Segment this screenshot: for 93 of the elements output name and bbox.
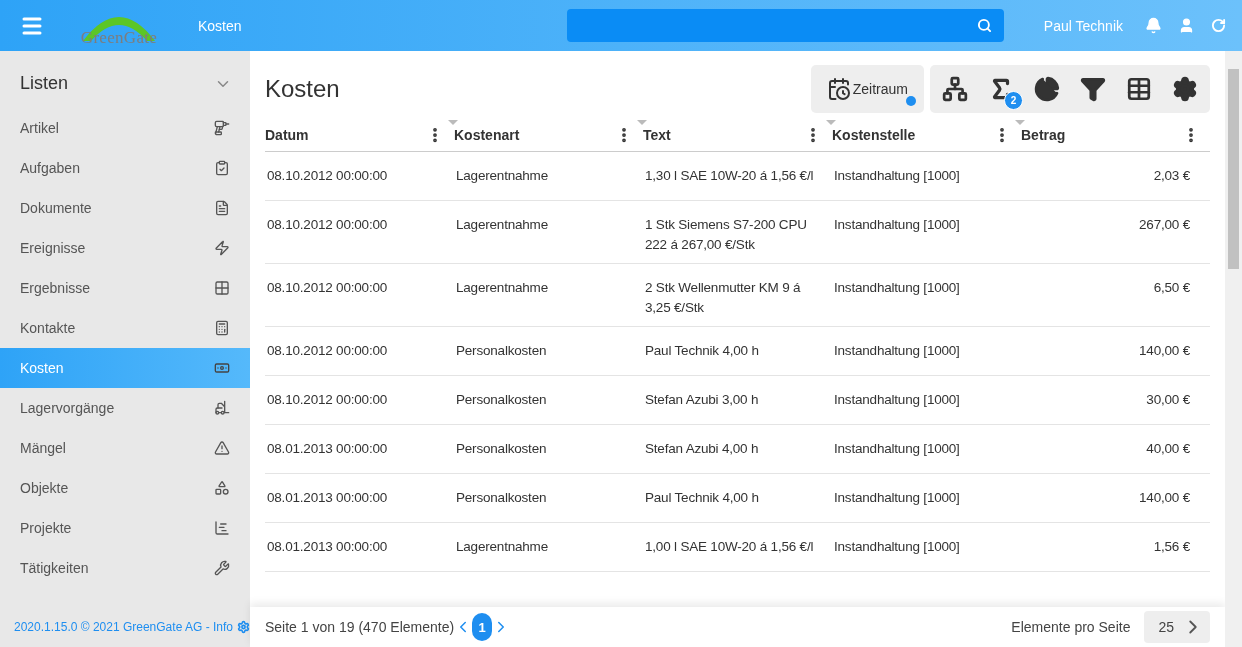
column-header[interactable]: Kostenart [454,127,520,143]
table-cell-text: Instandhaltung [1000] [833,167,961,185]
table-cell-text: 1 Stk Siemens S7-200 CPU 222 á 267,00 €/Stk [644,216,808,254]
sidebar-item[interactable]: Ergebnisse [0,268,250,308]
list-icon [214,280,230,296]
search-field[interactable] [566,9,1004,42]
table-cell-text: 08.10.2012 00:00:00 [266,279,389,297]
table-cell-text: Instandhaltung [1000] [833,391,961,409]
table-cell-text: 08.10.2012 00:00:00 [266,391,389,409]
table-cell-text: Instandhaltung [1000] [833,489,961,507]
table-cell-text: Lagerentnahme [455,216,549,234]
table-cell-text: 2,03 € [1152,167,1191,185]
table-cell-text: 6,50 € [1152,279,1191,297]
sidebar-item[interactable]: Artikel [0,108,250,148]
list-icon [214,120,230,136]
resize-handle-icon[interactable] [1015,120,1025,125]
table-cell-text: Instandhaltung [1000] [833,538,961,556]
column-header[interactable]: Kostenstelle [832,127,916,143]
sidebar-item[interactable]: Aufgaben [0,148,250,188]
table-cell-text: Instandhaltung [1000] [833,216,961,234]
user-icon[interactable] [1178,17,1195,34]
table-cell-text: Lagerentnahme [455,279,549,297]
sidebar-item[interactable]: Mängel [0,428,250,468]
table-cell-text: Instandhaltung [1000] [833,342,961,360]
settings-icon[interactable] [1172,76,1198,102]
pie-chart-icon[interactable] [1034,76,1060,102]
sidebar-item[interactable]: Objekte [0,468,250,508]
sidebar-item[interactable]: Projekte [0,508,250,548]
per-page-label: Elemente pro Seite [1011,619,1131,635]
table-cell-text: Personalkosten [455,391,548,409]
list-icon [214,240,230,256]
table-cell-text: 267,00 € [1138,216,1191,234]
table-cell-text: 08.10.2012 00:00:00 [266,167,389,185]
list-icon [214,160,230,176]
resize-handle-icon[interactable] [448,120,458,125]
refresh-icon[interactable] [1211,17,1226,34]
resize-handle-icon[interactable] [637,120,647,125]
table-cell-text: Personalkosten [455,440,548,458]
table-cell-text: Lagerentnahme [455,167,549,185]
column-header[interactable]: Datum [265,127,309,143]
list-icon [214,400,230,416]
list-icon [214,440,230,456]
table-cell-text: 30,00 € [1145,391,1191,409]
table-cell-text: 140,00 € [1138,342,1191,360]
table-cell-text: 40,00 € [1145,440,1191,458]
sidebar-item[interactable]: Tätigkeiten [0,548,250,588]
list-icon [214,560,230,576]
sidebar-item[interactable]: Kontakte [0,308,250,348]
table-cell-text: Lagerentnahme [455,538,549,556]
table-cell-text: 08.01.2013 00:00:00 [266,440,389,458]
table-cell-text: 1,56 € [1152,538,1191,556]
page-button[interactable]: 1 [472,613,493,641]
table-cell-text: Stefan Azubi 3,00 h [644,391,760,409]
table-cell-text: 08.10.2012 00:00:00 [266,342,389,360]
sidebar-item[interactable]: Ereignisse [0,228,250,268]
table-cell-text: 08.01.2013 00:00:00 [266,489,389,507]
scrollbar[interactable] [1225,51,1242,647]
sidebar-title: Listen [20,73,69,94]
table-cell-text: Stefan Azubi 4,00 h [644,440,760,458]
per-page-select[interactable]: 25 [1144,611,1210,643]
table-cell-text: Personalkosten [455,342,548,360]
page-title: Kosten [198,17,242,34]
list-icon [214,360,230,376]
table-cell-text: 08.10.2012 00:00:00 [266,216,389,234]
column-header[interactable]: Text [643,127,671,143]
filter-icon[interactable] [1080,76,1106,102]
list-icon [214,480,230,496]
search-icon[interactable] [976,18,992,33]
table-cell-text: 2 Stk Wellenmutter KM 9 á 3,25 €/Stk [644,279,802,317]
sidebar-item[interactable]: Lagervorgänge [0,388,250,428]
table-cell-text: 140,00 € [1138,489,1191,507]
table-cell-text: Instandhaltung [1000] [833,279,961,297]
table-cell-text: 1,00 l SAE 10W-20 á 1,56 €/l [644,538,815,556]
list-icon [214,200,230,216]
period-button[interactable]: Zeitraum [810,65,924,113]
count-badge: 2 [1004,91,1023,110]
page-summary: Seite 1 von 19 (470 Elemente) [265,619,455,635]
sidebar-item[interactable]: Dokumente [0,188,250,228]
list-title: Kosten [265,75,340,103]
table-cell-text: 1,30 l SAE 10W-20 á 1,56 €/l [644,167,815,185]
bell-icon[interactable] [1145,17,1162,34]
column-header[interactable]: Betrag [1021,127,1066,143]
table-cell-text: Personalkosten [455,489,548,507]
resize-handle-icon[interactable] [826,120,836,125]
list-icon [214,520,230,536]
table-icon[interactable] [1126,76,1152,102]
table-cell-text: Paul Technik 4,00 h [644,342,760,360]
table-cell-text: Instandhaltung [1000] [833,440,961,458]
list-icon [214,320,230,336]
hierarchy-icon[interactable] [942,76,968,102]
table-cell-text: 08.01.2013 00:00:00 [266,538,389,556]
calendar-clock-icon [826,77,851,101]
table-cell-text: Paul Technik 4,00 h [644,489,760,507]
